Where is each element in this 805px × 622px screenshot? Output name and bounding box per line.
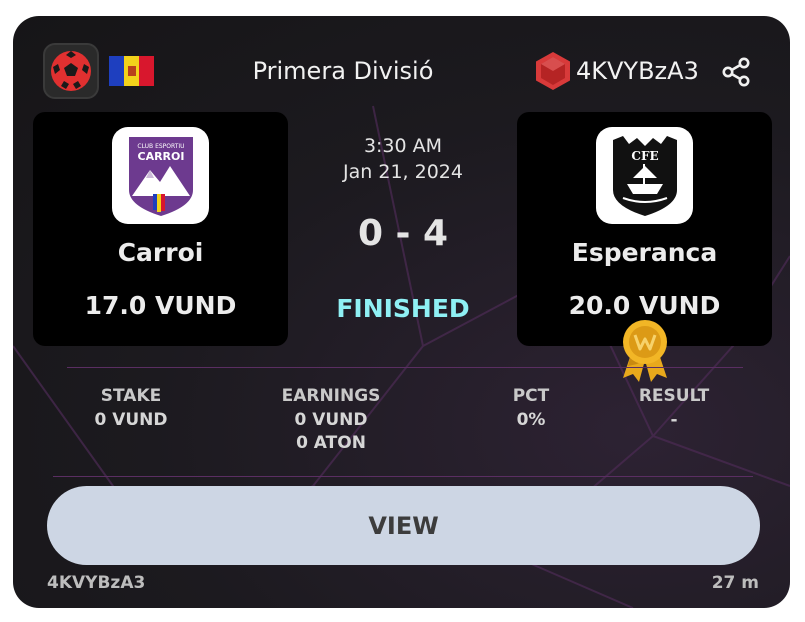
logo-initials: CFE <box>631 149 658 163</box>
esperanca-logo: CFE <box>596 127 693 224</box>
home-team-odds: 17.0 VUND <box>84 291 237 320</box>
divider-bottom <box>53 476 753 477</box>
gold-medal-icon <box>623 320 667 382</box>
match-id: 4KVYBzA3 <box>576 57 699 85</box>
footer-elapsed-time: 27 m <box>711 573 759 593</box>
match-status: FINISHED <box>336 294 470 323</box>
earnings-label: EARNINGS <box>281 386 381 406</box>
pct-label: PCT <box>512 386 550 406</box>
match-date: Jan 21, 2024 <box>343 161 463 183</box>
view-button[interactable]: VIEW <box>47 486 760 565</box>
match-time: 3:30 AM <box>363 135 443 157</box>
share-icon[interactable] <box>720 56 752 88</box>
soccer-ball-icon <box>43 43 99 99</box>
home-team-name: Carroi <box>117 238 204 267</box>
away-team-name: Esperanca <box>571 238 718 267</box>
match-score: 0 - 4 <box>357 213 449 254</box>
pct-value: 0% <box>516 410 546 430</box>
home-team-panel[interactable]: CLUB ESPORTIU CARROI Carroi 17.0 VUND <box>33 112 288 346</box>
andorra-flag-icon <box>109 56 154 86</box>
stake-label: STAKE <box>100 386 162 406</box>
divider-top <box>67 367 743 368</box>
carroi-logo: CLUB ESPORTIU CARROI <box>112 127 209 224</box>
earnings-vund: 0 VUND <box>294 410 368 430</box>
stake-value: 0 VUND <box>94 410 168 430</box>
away-team-panel[interactable]: CFE Esperanca 20.0 VUND <box>517 112 772 346</box>
earnings-aton: 0 ATON <box>296 433 366 453</box>
logo-name-text: CARROI <box>137 150 184 163</box>
result-label: RESULT <box>638 386 710 406</box>
hexagon-token-icon <box>536 52 570 90</box>
logo-small-text: CLUB ESPORTIU <box>137 143 184 150</box>
footer-match-id: 4KVYBzA3 <box>47 573 146 593</box>
match-card: Primera Divisió 4KVYBzA3 CLUB ESPORTIU C… <box>13 16 790 608</box>
league-title: Primera Divisió <box>252 57 434 85</box>
result-value: - <box>670 410 678 430</box>
